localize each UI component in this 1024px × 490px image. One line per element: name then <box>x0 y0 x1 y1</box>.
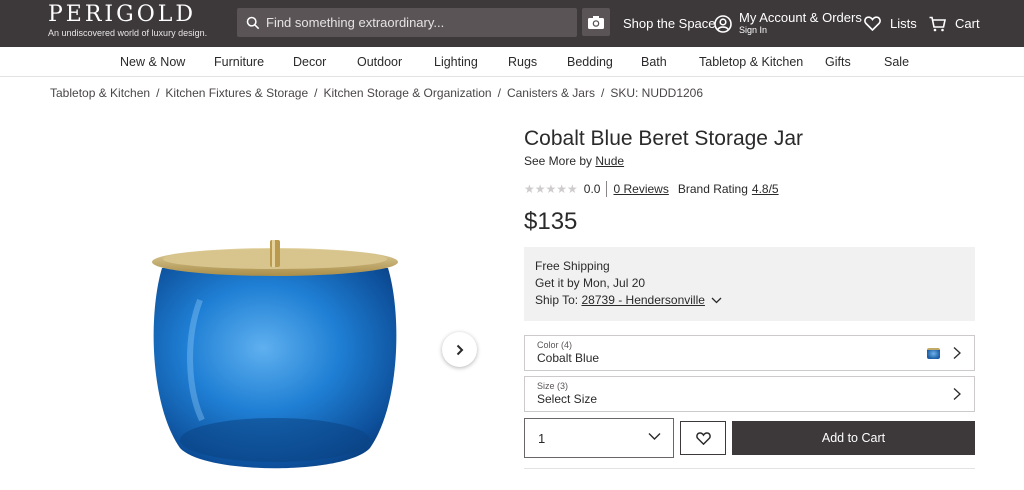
color-swatch <box>927 348 940 359</box>
rating-row: ★★★★★ 0.0 0 Reviews Brand Rating 4.8/5 <box>524 181 779 197</box>
brand-link[interactable]: Nude <box>595 154 624 168</box>
nav-bath[interactable]: Bath <box>641 47 667 76</box>
product-price: $135 <box>524 208 578 235</box>
size-label: Size (3) <box>537 381 569 391</box>
breadcrumb-link[interactable]: Kitchen Fixtures & Storage <box>165 86 308 100</box>
see-more-by: See More by Nude <box>524 154 624 168</box>
lists-label: Lists <box>890 16 917 31</box>
breadcrumb: Tabletop & Kitchen / Kitchen Fixtures & St… <box>50 86 703 100</box>
brand-rating-label: Brand Rating <box>677 182 748 196</box>
breadcrumb-link[interactable]: Kitchen Storage & Organization <box>324 86 492 100</box>
account-title: My Account & Orders <box>739 9 862 25</box>
delivery-estimate: Get it by Mon, Jul 20 <box>535 276 646 290</box>
search-bar <box>237 8 577 37</box>
add-to-favorites-button[interactable] <box>680 421 726 455</box>
nav-furniture[interactable]: Furniture <box>214 47 264 76</box>
breadcrumb-link[interactable]: Tabletop & Kitchen <box>50 86 150 100</box>
color-label: Color (4) <box>537 340 573 350</box>
search-input[interactable] <box>266 15 566 30</box>
shop-the-space-link[interactable]: Shop the Space <box>623 0 716 47</box>
cart-link[interactable]: Cart <box>929 0 980 47</box>
chevron-down-icon[interactable] <box>711 297 722 304</box>
breadcrumb-separator: / <box>156 86 160 100</box>
cart-label: Cart <box>955 16 980 31</box>
see-more-prefix: See More by <box>524 154 593 168</box>
top-header: PERIGOLD An undiscovered world of luxury… <box>0 0 1024 47</box>
size-selector[interactable]: Size (3) Select Size <box>524 376 975 412</box>
breadcrumb-link[interactable]: Canisters & Jars <box>507 86 595 100</box>
nav-lighting[interactable]: Lighting <box>434 47 478 76</box>
cart-icon <box>929 16 946 31</box>
product-image[interactable] <box>140 230 410 475</box>
nav-gifts[interactable]: Gifts <box>825 47 851 76</box>
breadcrumb-separator: / <box>600 86 605 100</box>
quantity-value: 1 <box>538 430 546 446</box>
quantity-select[interactable]: 1 <box>524 418 674 458</box>
heart-icon <box>864 16 881 31</box>
ship-to-row: Ship To: 28739 - Hendersonville <box>535 292 964 309</box>
divider <box>524 468 975 469</box>
product-title: Cobalt Blue Beret Storage Jar <box>524 127 803 150</box>
size-value: Select Size <box>537 392 598 406</box>
account-icon <box>714 14 732 33</box>
category-nav: New & Now Furniture Decor Outdoor Lighti… <box>0 47 1024 77</box>
nav-outdoor[interactable]: Outdoor <box>357 47 402 76</box>
nav-bedding[interactable]: Bedding <box>567 47 613 76</box>
nav-rugs[interactable]: Rugs <box>508 47 537 76</box>
shipping-line: Free Shipping <box>535 259 610 273</box>
logo-tagline: An undiscovered world of luxury design. <box>48 28 208 38</box>
perigold-logo[interactable]: PERIGOLD An undiscovered world of luxury… <box>48 2 208 39</box>
ship-to-zip-link[interactable]: 28739 - Hendersonville <box>582 293 705 307</box>
image-next-button[interactable] <box>442 332 477 367</box>
lists-link[interactable]: Lists <box>864 0 917 47</box>
chevron-down-icon <box>648 433 661 440</box>
rating-value: 0.0 <box>583 182 601 196</box>
ship-to-label: Ship To: <box>535 293 579 307</box>
search-icon <box>246 16 260 29</box>
account-menu[interactable]: My Account & Orders Sign In <box>714 0 862 47</box>
nav-sale[interactable]: Sale <box>884 47 909 76</box>
color-selector[interactable]: Color (4) Cobalt Blue <box>524 335 975 371</box>
chevron-right-icon <box>456 344 463 355</box>
breadcrumb-separator: / <box>314 86 318 100</box>
visual-search-button[interactable] <box>582 8 610 36</box>
breadcrumb-separator: / <box>497 86 501 100</box>
logo-wordmark: PERIGOLD <box>48 2 196 27</box>
sign-in-link[interactable]: Sign In <box>739 24 862 37</box>
color-value: Cobalt Blue <box>537 351 600 365</box>
chevron-right-icon <box>953 388 961 400</box>
chevron-right-icon <box>953 347 961 359</box>
brand-rating-link[interactable]: 4.8/5 <box>752 182 779 196</box>
nav-decor[interactable]: Decor <box>293 47 326 76</box>
divider <box>606 181 608 197</box>
nav-new-now[interactable]: New & Now <box>120 47 185 76</box>
add-to-cart-button[interactable]: Add to Cart <box>732 421 975 455</box>
nav-tabletop-kitchen[interactable]: Tabletop & Kitchen <box>699 47 803 76</box>
camera-icon <box>588 15 604 29</box>
reviews-link[interactable]: 0 Reviews <box>613 182 668 196</box>
breadcrumb-sku: SKU: NUDD1206 <box>610 86 704 100</box>
shipping-info: Free Shipping Get it by Mon, Jul 20 Ship… <box>524 247 975 321</box>
star-rating-icon: ★★★★★ <box>524 182 578 196</box>
heart-icon <box>695 431 711 445</box>
